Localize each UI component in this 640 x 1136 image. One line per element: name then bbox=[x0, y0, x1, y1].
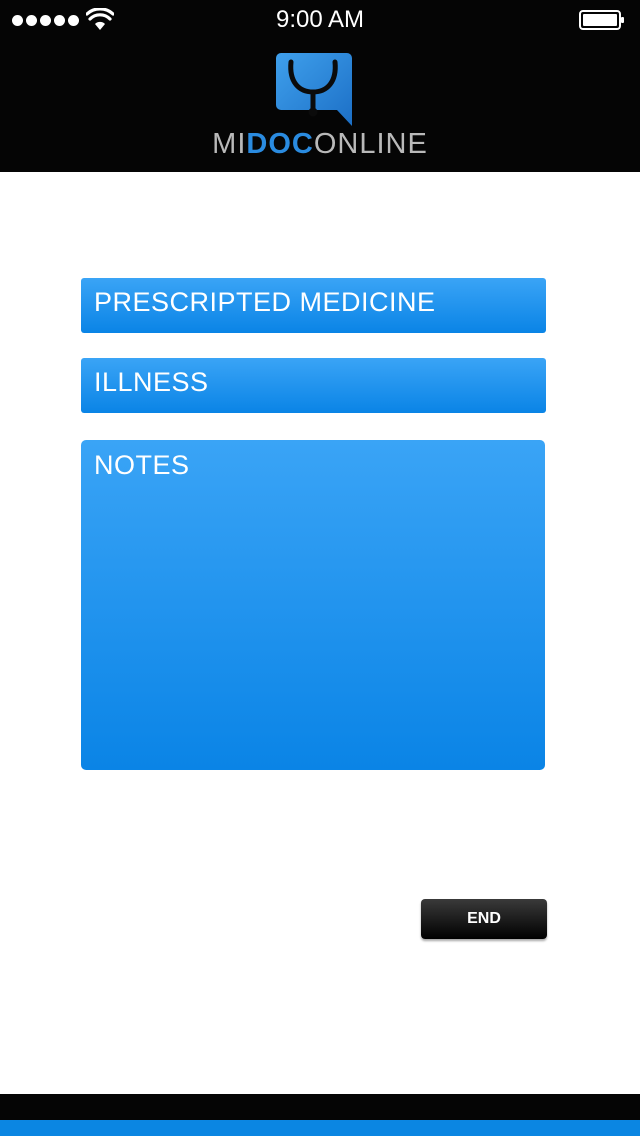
notes-placeholder: NOTES bbox=[94, 450, 190, 480]
illness-placeholder: ILLNESS bbox=[94, 367, 209, 397]
footer-accent-bar bbox=[0, 1120, 640, 1136]
brand-wordmark: MIDOCONLINE bbox=[0, 128, 640, 161]
battery-icon bbox=[579, 10, 624, 30]
prescripted-medicine-placeholder: PRESCRIPTED MEDICINE bbox=[94, 287, 436, 317]
prescripted-medicine-field[interactable]: PRESCRIPTED MEDICINE bbox=[81, 278, 546, 333]
stethoscope-chat-bubble-icon bbox=[276, 53, 352, 126]
illness-field[interactable]: ILLNESS bbox=[81, 358, 546, 413]
end-button[interactable]: END bbox=[421, 899, 547, 939]
status-time: 9:00 AM bbox=[275, 6, 365, 33]
app-header: 9:00 AM MIDOCONLINE bbox=[0, 0, 640, 172]
notes-textarea[interactable]: NOTES bbox=[81, 440, 545, 770]
footer-bar bbox=[0, 1094, 640, 1120]
brand-name-highlight: DOC bbox=[246, 128, 314, 160]
brand-name-suffix: ONLINE bbox=[313, 128, 428, 160]
status-bar: 9:00 AM bbox=[0, 0, 640, 40]
brand-name-prefix: MI bbox=[212, 128, 247, 160]
consultation-screen: 9:00 AM MIDOCONLINE PRESCRIPTED MEDICINE… bbox=[0, 0, 640, 1136]
